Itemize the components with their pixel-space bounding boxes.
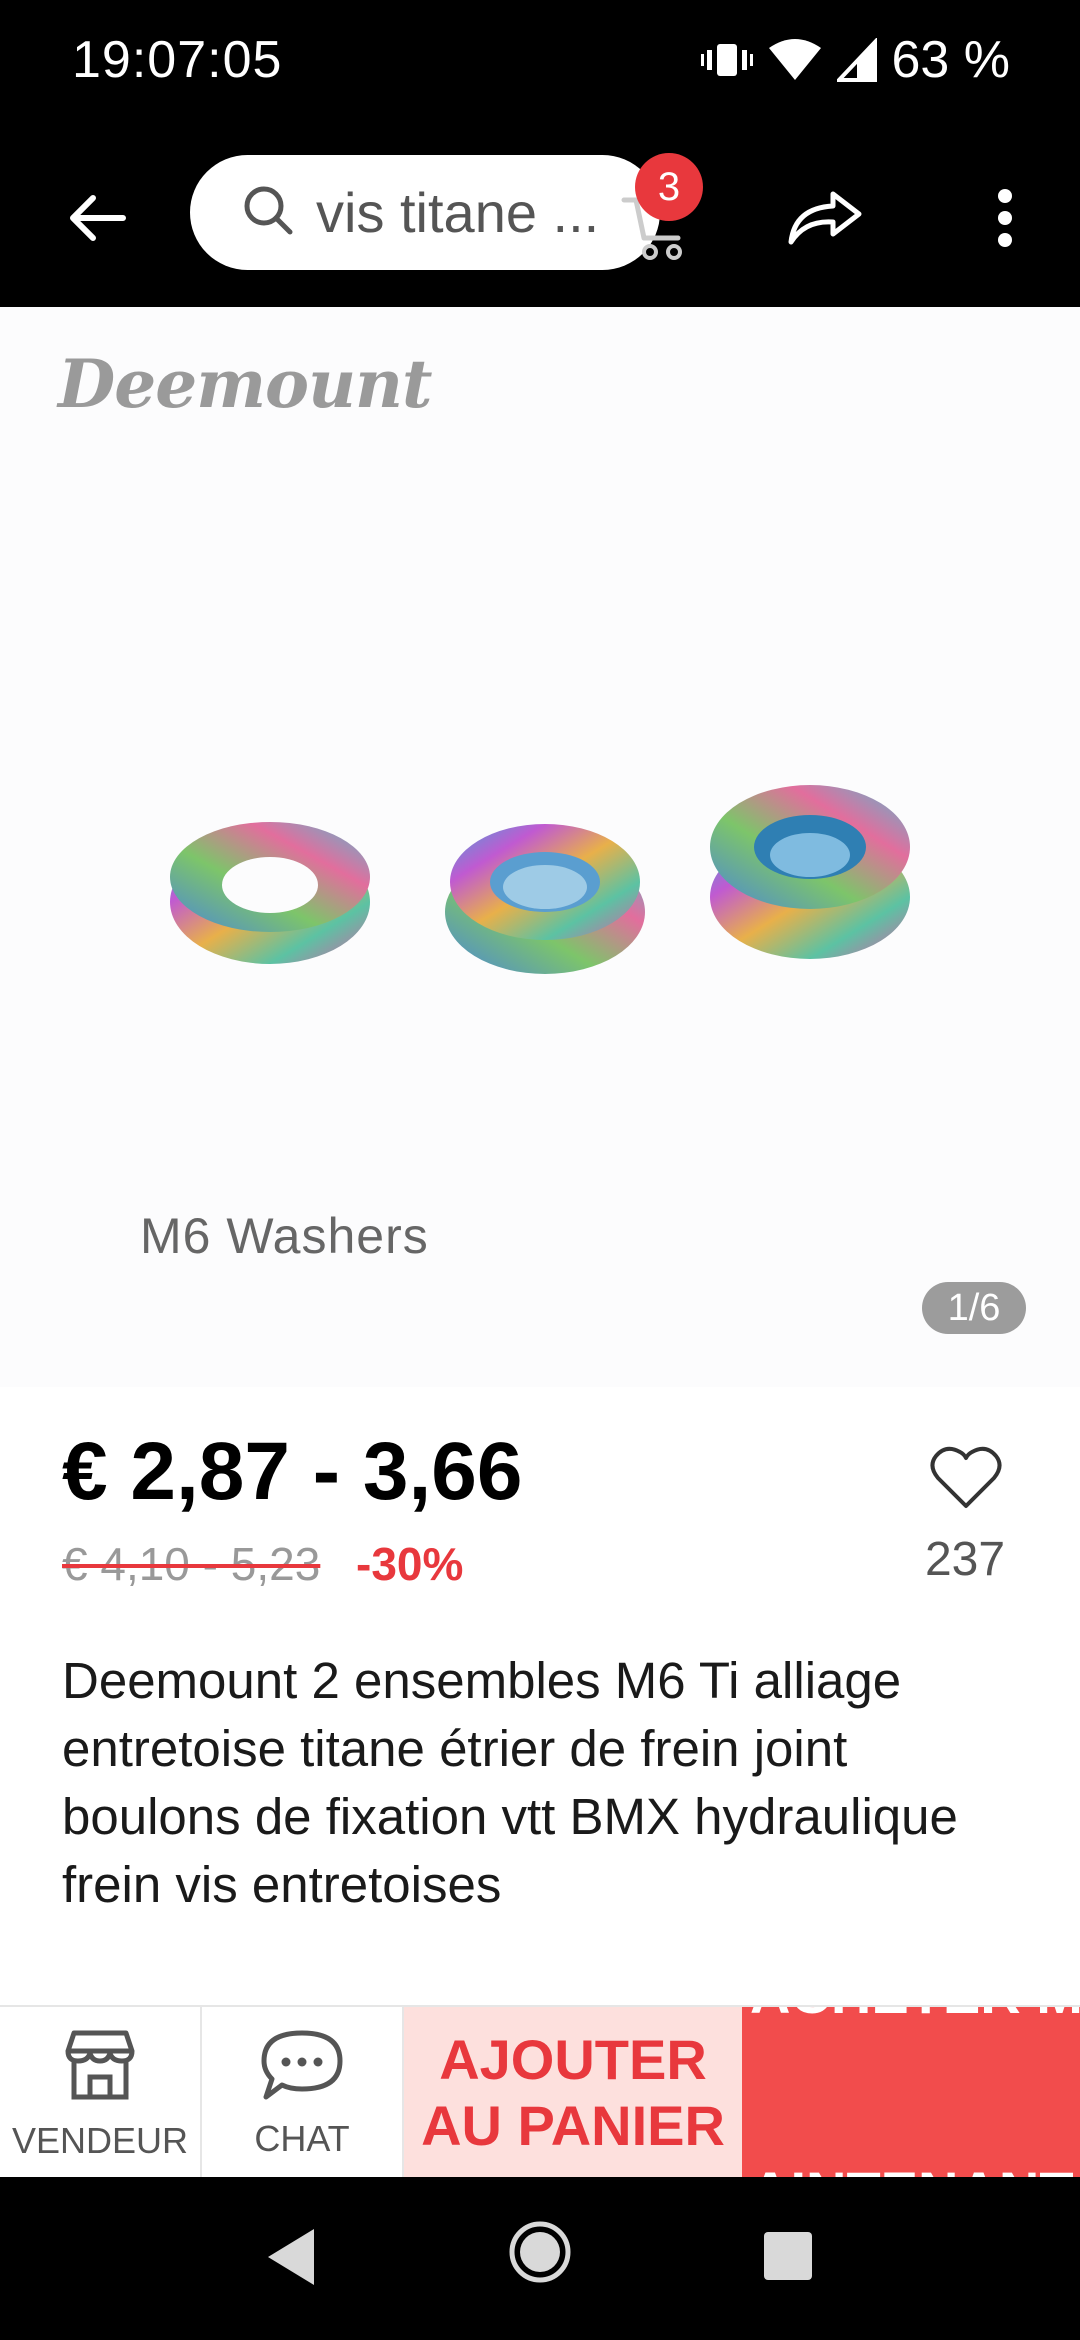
app-bar: vis titane ... 3 bbox=[0, 125, 1080, 307]
heart-icon bbox=[930, 1444, 1002, 1515]
search-input[interactable]: vis titane ... bbox=[316, 180, 606, 245]
product-image-gallery[interactable]: Deemount M6 Washers 1/6 bbox=[0, 307, 1080, 1387]
share-icon bbox=[785, 188, 865, 253]
search-bar[interactable]: vis titane ... bbox=[190, 155, 660, 270]
image-caption: M6 Washers bbox=[140, 1208, 429, 1264]
brand-logo: Deemount bbox=[58, 345, 433, 423]
status-time: 19:07:05 bbox=[72, 31, 283, 89]
buy-now-button[interactable]: ACHETER M AINTENANT bbox=[742, 2007, 1080, 2179]
product-photo bbox=[170, 785, 910, 974]
nav-home-button[interactable] bbox=[507, 2219, 573, 2290]
triangle-back-icon bbox=[262, 2229, 318, 2293]
add-to-cart-label-line2: AU PANIER bbox=[421, 2094, 725, 2157]
search-icon bbox=[242, 184, 294, 241]
store-icon bbox=[60, 2025, 140, 2110]
buy-now-label-line2: AINTENANT bbox=[750, 2159, 1080, 2179]
share-button[interactable] bbox=[775, 175, 875, 265]
more-vertical-icon bbox=[997, 188, 1013, 253]
arrow-left-icon bbox=[67, 193, 127, 248]
wifi-icon bbox=[767, 38, 823, 82]
cell-signal-icon bbox=[837, 38, 878, 82]
cart-count-badge: 3 bbox=[635, 153, 703, 221]
more-options-button[interactable] bbox=[975, 175, 1035, 265]
original-price: € 4,10 - 5,23 bbox=[62, 1538, 321, 1590]
price: € 2,87 - 3,66 bbox=[62, 1426, 523, 1517]
add-to-cart-label-line1: AJOUTER bbox=[439, 2028, 707, 2091]
status-icons: 63 % bbox=[701, 30, 1010, 90]
add-to-cart-button[interactable]: AJOUTER AU PANIER bbox=[404, 2007, 742, 2179]
back-button[interactable] bbox=[52, 175, 142, 265]
seller-label: VENDEUR bbox=[11, 2119, 189, 2161]
nav-recents-button[interactable] bbox=[762, 2230, 814, 2287]
seller-button[interactable]: VENDEUR bbox=[0, 2007, 202, 2179]
chat-label: CHAT bbox=[254, 2117, 350, 2159]
nav-back-button[interactable] bbox=[262, 2225, 318, 2294]
circle-home-icon bbox=[507, 2221, 573, 2289]
status-bar: 19:07:05 63 % bbox=[0, 0, 1080, 125]
chat-button[interactable]: CHAT bbox=[202, 2007, 404, 2179]
vibrate-icon bbox=[701, 38, 754, 82]
bottom-action-bar: VENDEUR CHAT AJOUTER AU PANIER ACHETER M… bbox=[0, 2005, 1080, 2179]
system-navigation-bar bbox=[0, 2177, 1080, 2340]
buy-now-label-line1: ACHETER M bbox=[750, 2007, 1080, 2027]
wishlist-button[interactable] bbox=[918, 1432, 1013, 1527]
discount-badge: -30% bbox=[356, 1538, 464, 1590]
image-counter: 1/6 bbox=[922, 1282, 1026, 1334]
product-title: Deemount 2 ensembles M6 Ti alliage entre… bbox=[62, 1652, 958, 1913]
wishlist-count: 237 bbox=[924, 1533, 1006, 1586]
product-info: € 2,87 - 3,66 € 4,10 - 5,23 -30% 237 Dee… bbox=[0, 1387, 1080, 2007]
chat-bubble-icon bbox=[260, 2027, 344, 2108]
battery-level: 63 % bbox=[891, 31, 1010, 89]
square-recents-icon bbox=[762, 2232, 814, 2286]
